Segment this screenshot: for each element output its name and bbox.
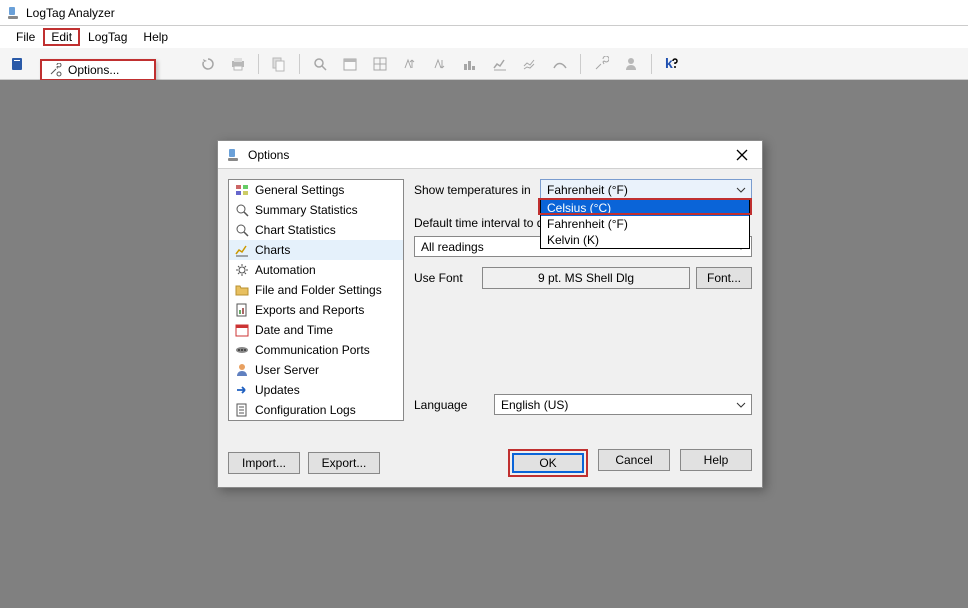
toolbar-line-icon[interactable] — [550, 54, 570, 74]
toolbar-user-icon[interactable] — [621, 54, 641, 74]
temp-option-celsius[interactable]: Celsius (°C) — [541, 200, 749, 216]
options-dialog: Options General Settings Summary Statist… — [217, 140, 763, 488]
dialog-title: Options — [248, 148, 730, 162]
menu-edit[interactable]: Edit — [43, 28, 80, 46]
temperature-value: Fahrenheit (°F) — [547, 183, 628, 197]
interval-value: All readings — [421, 240, 484, 254]
user-icon — [235, 363, 249, 377]
sidebar-item-commports[interactable]: Communication Ports — [229, 340, 403, 360]
toolbar-sort-asc-icon[interactable] — [400, 54, 420, 74]
toolbar-print-icon[interactable] — [228, 54, 248, 74]
arrow-icon — [235, 383, 249, 397]
form-area: Show temperatures in Fahrenheit (°F) Cel… — [414, 179, 752, 421]
sidebar-item-label: Updates — [255, 382, 300, 398]
toolbar-multichart-icon[interactable] — [520, 54, 540, 74]
font-label: Use Font — [414, 271, 476, 285]
font-display: 9 pt. MS Shell Dlg — [482, 267, 690, 289]
menubar: File Edit LogTag Help — [0, 26, 968, 48]
menu-logtag[interactable]: LogTag — [80, 28, 135, 46]
dialog-close-button[interactable] — [730, 143, 754, 167]
app-icon — [6, 6, 20, 20]
sidebar-item-chartstats[interactable]: Chart Statistics — [229, 220, 403, 240]
edit-menu-popup: Options... — [40, 59, 156, 81]
calendar-icon — [235, 323, 249, 337]
sidebar-item-label: User Server — [255, 362, 319, 378]
sidebar-item-label: Communication Ports — [255, 342, 370, 358]
dialog-titlebar: Options — [218, 141, 762, 169]
temperature-dropdown: Celsius (°C) Fahrenheit (°F) Kelvin (K) — [540, 200, 750, 249]
import-button[interactable]: Import... — [228, 452, 300, 474]
sidebar-item-label: Charts — [255, 242, 290, 258]
interval-label: Default time interval to dis — [414, 216, 552, 230]
chevron-down-icon — [734, 183, 748, 197]
sidebar-item-label: Automation — [255, 262, 316, 278]
magnifier-icon — [235, 223, 249, 237]
options-sidebar: General Settings Summary Statistics Char… — [228, 179, 404, 421]
toolbar-book-icon[interactable] — [8, 54, 28, 74]
options-icon — [48, 63, 62, 77]
sidebar-item-label: Summary Statistics — [255, 202, 358, 218]
options-menu-item[interactable]: Options... — [68, 63, 119, 77]
ok-button[interactable]: OK — [512, 453, 584, 473]
sidebar-item-updates[interactable]: Updates — [229, 380, 403, 400]
temp-option-kelvin[interactable]: Kelvin (K) — [541, 232, 749, 248]
folder-icon — [235, 283, 249, 297]
sidebar-item-label: File and Folder Settings — [255, 282, 382, 298]
sidebar-item-configlogs[interactable]: Configuration Logs — [229, 400, 403, 420]
gear-icon — [235, 263, 249, 277]
temperature-combo[interactable]: Fahrenheit (°F) — [540, 179, 752, 200]
dialog-icon — [226, 148, 240, 162]
magnifier-icon — [235, 203, 249, 217]
sidebar-item-label: Date and Time — [255, 322, 333, 338]
sidebar-item-label: Chart Statistics — [255, 222, 336, 238]
dialog-footer: Import... Export... OK Cancel Help — [228, 449, 752, 477]
close-icon — [736, 149, 748, 161]
app-title: LogTag Analyzer — [26, 6, 115, 20]
toolbar-zoom-icon[interactable] — [310, 54, 330, 74]
svg-text:k: k — [665, 55, 673, 71]
toolbar-refresh-icon[interactable] — [198, 54, 218, 74]
titlebar: LogTag Analyzer — [0, 0, 968, 26]
ok-highlight: OK — [508, 449, 588, 477]
sidebar-item-summary[interactable]: Summary Statistics — [229, 200, 403, 220]
export-button[interactable]: Export... — [308, 452, 380, 474]
report-icon — [235, 303, 249, 317]
menu-file[interactable]: File — [8, 28, 43, 46]
sidebar-item-datetime[interactable]: Date and Time — [229, 320, 403, 340]
sidebar-item-charts[interactable]: Charts — [229, 240, 403, 260]
sidebar-item-userserver[interactable]: User Server — [229, 360, 403, 380]
toolbar-chart-icon[interactable] — [490, 54, 510, 74]
sidebar-item-filefolders[interactable]: File and Folder Settings — [229, 280, 403, 300]
port-icon — [235, 343, 249, 357]
toolbar-help-icon[interactable]: k — [662, 54, 682, 74]
toolbar-sort-desc-icon[interactable] — [430, 54, 450, 74]
font-button[interactable]: Font... — [696, 267, 752, 289]
temp-option-fahrenheit[interactable]: Fahrenheit (°F) — [541, 216, 749, 232]
help-button[interactable]: Help — [680, 449, 752, 471]
menu-help[interactable]: Help — [135, 28, 176, 46]
language-label: Language — [414, 398, 488, 412]
toolbar-calendar-icon[interactable] — [340, 54, 360, 74]
toolbar-tools-icon[interactable] — [591, 54, 611, 74]
sidebar-item-label: Configuration Logs — [255, 402, 356, 418]
log-icon — [235, 403, 249, 417]
cancel-button[interactable]: Cancel — [598, 449, 670, 471]
settings-icon — [235, 183, 249, 197]
sidebar-item-label: General Settings — [255, 182, 344, 198]
sidebar-item-automation[interactable]: Automation — [229, 260, 403, 280]
chart-icon — [235, 243, 249, 257]
sidebar-item-label: Exports and Reports — [255, 302, 364, 318]
sidebar-item-exports[interactable]: Exports and Reports — [229, 300, 403, 320]
toolbar-stats-icon[interactable] — [460, 54, 480, 74]
language-value: English (US) — [501, 398, 568, 412]
temperature-label: Show temperatures in — [414, 183, 534, 197]
sidebar-item-general[interactable]: General Settings — [229, 180, 403, 200]
language-combo[interactable]: English (US) — [494, 394, 752, 415]
chevron-down-icon — [734, 398, 748, 412]
toolbar-copy-icon[interactable] — [269, 54, 289, 74]
toolbar-grid-icon[interactable] — [370, 54, 390, 74]
